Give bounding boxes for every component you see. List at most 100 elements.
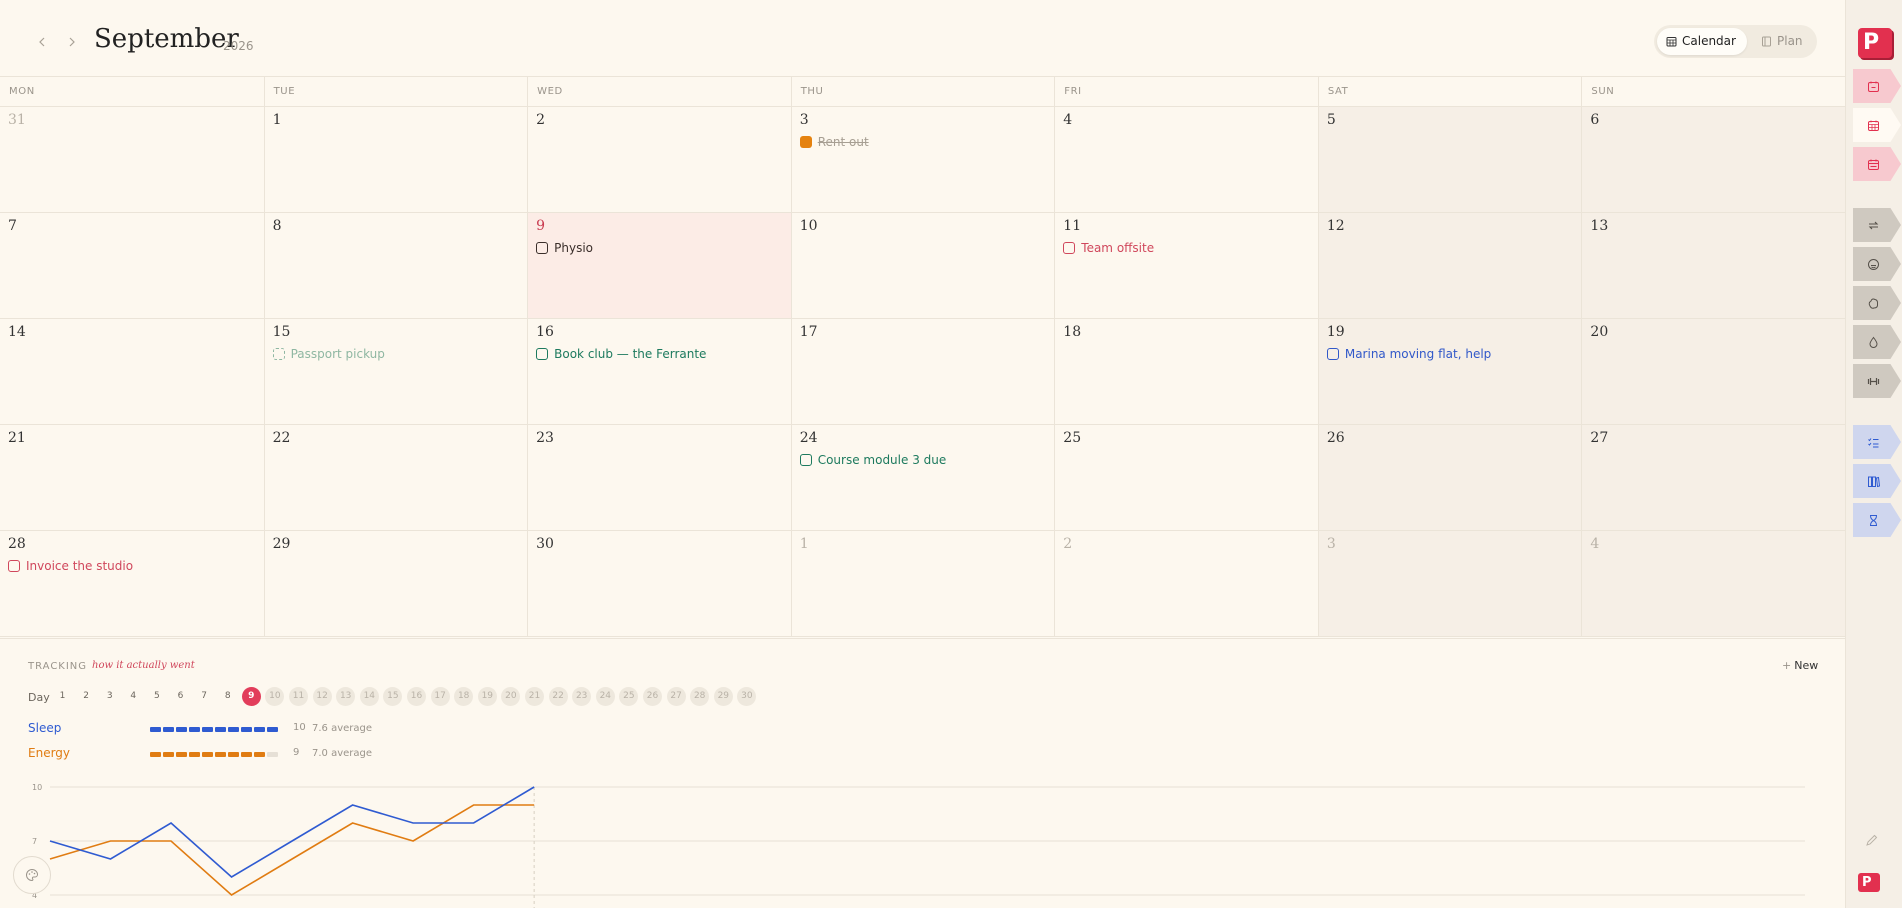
event-checkbox[interactable] — [536, 242, 549, 254]
day-cell[interactable]: 12 — [1317, 213, 1582, 319]
day-chip[interactable]: 13 — [336, 687, 356, 706]
day-chip[interactable]: 20 — [501, 687, 521, 706]
sidebar-tab-calendar-month[interactable] — [1853, 108, 1901, 142]
day-chip[interactable]: 6 — [171, 687, 190, 706]
day-cell[interactable]: 15 Passport pickup — [263, 319, 528, 425]
day-cell[interactable]: 24 Course module 3 due — [790, 425, 1055, 531]
day-cell[interactable]: 7 — [0, 213, 264, 319]
day-cell[interactable]: 25 — [1054, 425, 1318, 531]
day-chip[interactable]: 9 — [241, 687, 261, 706]
day-chip[interactable]: 4 — [124, 687, 143, 706]
sidebar-tab-repeat[interactable] — [1853, 208, 1901, 242]
app-logo-small[interactable]: P — [1858, 873, 1880, 892]
prev-month-button[interactable] — [30, 30, 54, 54]
sidebar-tab-checklist[interactable] — [1853, 425, 1901, 459]
day-chip[interactable]: 7 — [195, 687, 214, 706]
day-chip[interactable]: 18 — [454, 687, 474, 706]
day-cell[interactable]: 29 — [263, 531, 528, 637]
day-cell[interactable]: 11 Team offsite — [1054, 213, 1318, 319]
day-chip[interactable]: 10 — [265, 687, 285, 706]
calendar-event[interactable]: Physio — [536, 241, 783, 255]
day-chip[interactable]: 14 — [359, 687, 379, 706]
calendar-event[interactable]: Team offsite — [1063, 241, 1310, 255]
calendar-event[interactable]: Course module 3 due — [799, 453, 1047, 467]
plan-view-button[interactable]: Plan — [1752, 28, 1812, 55]
metric-name[interactable]: Energy — [28, 746, 70, 760]
day-cell[interactable]: 10 — [790, 213, 1055, 319]
day-cell[interactable]: 13 — [1581, 213, 1845, 319]
calendar-event[interactable]: Passport pickup — [272, 347, 520, 361]
calendar-event[interactable]: Invoice the studio — [8, 559, 256, 573]
day-chip[interactable]: 2 — [77, 687, 96, 706]
sidebar-tab-hourglass[interactable] — [1853, 503, 1901, 537]
metric-name[interactable]: Sleep — [28, 721, 61, 735]
day-cell[interactable]: 8 — [263, 213, 528, 319]
day-cell[interactable]: 2 — [527, 107, 791, 213]
day-cell[interactable]: 27 — [1581, 425, 1845, 531]
day-cell[interactable]: 17 — [790, 319, 1055, 425]
day-chip[interactable]: 12 — [312, 687, 332, 706]
day-chip[interactable]: 1 — [53, 687, 72, 706]
day-chip[interactable]: 15 — [383, 687, 403, 706]
event-checkbox[interactable] — [799, 136, 812, 148]
sidebar-tab-calendar-day[interactable] — [1853, 69, 1901, 103]
day-cell[interactable]: 16 Book club — the Ferrante — [527, 319, 791, 425]
calendar-event[interactable]: Book club — the Ferrante — [536, 347, 783, 361]
day-cell[interactable]: 28 Invoice the studio — [0, 531, 264, 637]
day-chip[interactable]: 17 — [430, 687, 450, 706]
day-chip[interactable]: 30 — [737, 687, 757, 706]
app-logo[interactable]: P — [1858, 28, 1892, 58]
sidebar-tab-weights[interactable] — [1853, 364, 1901, 398]
event-checkbox[interactable] — [8, 560, 20, 572]
day-cell[interactable]: 21 — [0, 425, 264, 531]
day-chip[interactable]: 11 — [289, 687, 308, 706]
day-cell[interactable]: 19 Marina moving flat, help — [1317, 319, 1582, 425]
palette-button[interactable] — [13, 856, 51, 894]
day-cell[interactable]: 4 — [1054, 107, 1318, 213]
day-cell[interactable]: 18 — [1054, 319, 1318, 425]
day-cell[interactable]: 31 — [0, 107, 264, 213]
day-chip[interactable]: 8 — [218, 687, 237, 706]
event-checkbox[interactable] — [272, 348, 285, 360]
day-cell[interactable]: 23 — [527, 425, 791, 531]
day-cell[interactable]: 5 — [1317, 107, 1582, 213]
day-chip[interactable]: 27 — [666, 687, 686, 706]
day-chip[interactable]: 21 — [525, 687, 544, 706]
event-checkbox[interactable] — [799, 454, 812, 466]
day-chip[interactable]: 19 — [477, 687, 497, 706]
day-cell[interactable]: 22 — [263, 425, 528, 531]
sidebar-tab-water-drop[interactable] — [1853, 325, 1901, 359]
day-chip[interactable]: 24 — [595, 687, 615, 706]
day-chip[interactable]: 29 — [713, 687, 733, 706]
event-checkbox[interactable] — [1326, 348, 1339, 360]
calendar-view-button[interactable]: Calendar — [1657, 28, 1747, 55]
edit-button[interactable] — [1865, 832, 1879, 851]
next-month-button[interactable] — [60, 30, 84, 54]
day-cell[interactable]: 3 Rent out — [790, 107, 1055, 213]
sidebar-tab-bean[interactable] — [1853, 286, 1901, 320]
calendar-event[interactable]: Marina moving flat, help — [1326, 347, 1574, 361]
day-cell[interactable]: 14 — [0, 319, 264, 425]
event-checkbox[interactable] — [1063, 242, 1076, 254]
sidebar-tab-mood-face[interactable] — [1853, 247, 1901, 281]
calendar-event[interactable]: Rent out — [799, 135, 1047, 149]
day-chip[interactable]: 3 — [100, 687, 119, 706]
day-cell[interactable]: 2 — [1054, 531, 1318, 637]
day-cell[interactable]: 4 — [1581, 531, 1845, 637]
day-chip[interactable]: 22 — [548, 687, 568, 706]
day-cell[interactable]: 26 — [1317, 425, 1582, 531]
day-cell[interactable]: 1 — [790, 531, 1055, 637]
day-chip[interactable]: 25 — [619, 687, 639, 706]
day-chip[interactable]: 23 — [572, 687, 592, 706]
day-chip[interactable]: 28 — [690, 687, 710, 706]
day-cell[interactable]: 20 — [1581, 319, 1845, 425]
day-cell[interactable]: 3 — [1317, 531, 1582, 637]
day-cell[interactable]: 9 Physio — [527, 213, 791, 319]
sidebar-tab-calendar-range[interactable] — [1853, 147, 1901, 181]
day-chip[interactable]: 16 — [407, 687, 426, 706]
day-chip[interactable]: 26 — [643, 687, 662, 706]
day-cell[interactable]: 1 — [263, 107, 528, 213]
event-checkbox[interactable] — [536, 348, 549, 360]
day-cell[interactable]: 6 — [1581, 107, 1845, 213]
day-cell[interactable]: 30 — [527, 531, 791, 637]
